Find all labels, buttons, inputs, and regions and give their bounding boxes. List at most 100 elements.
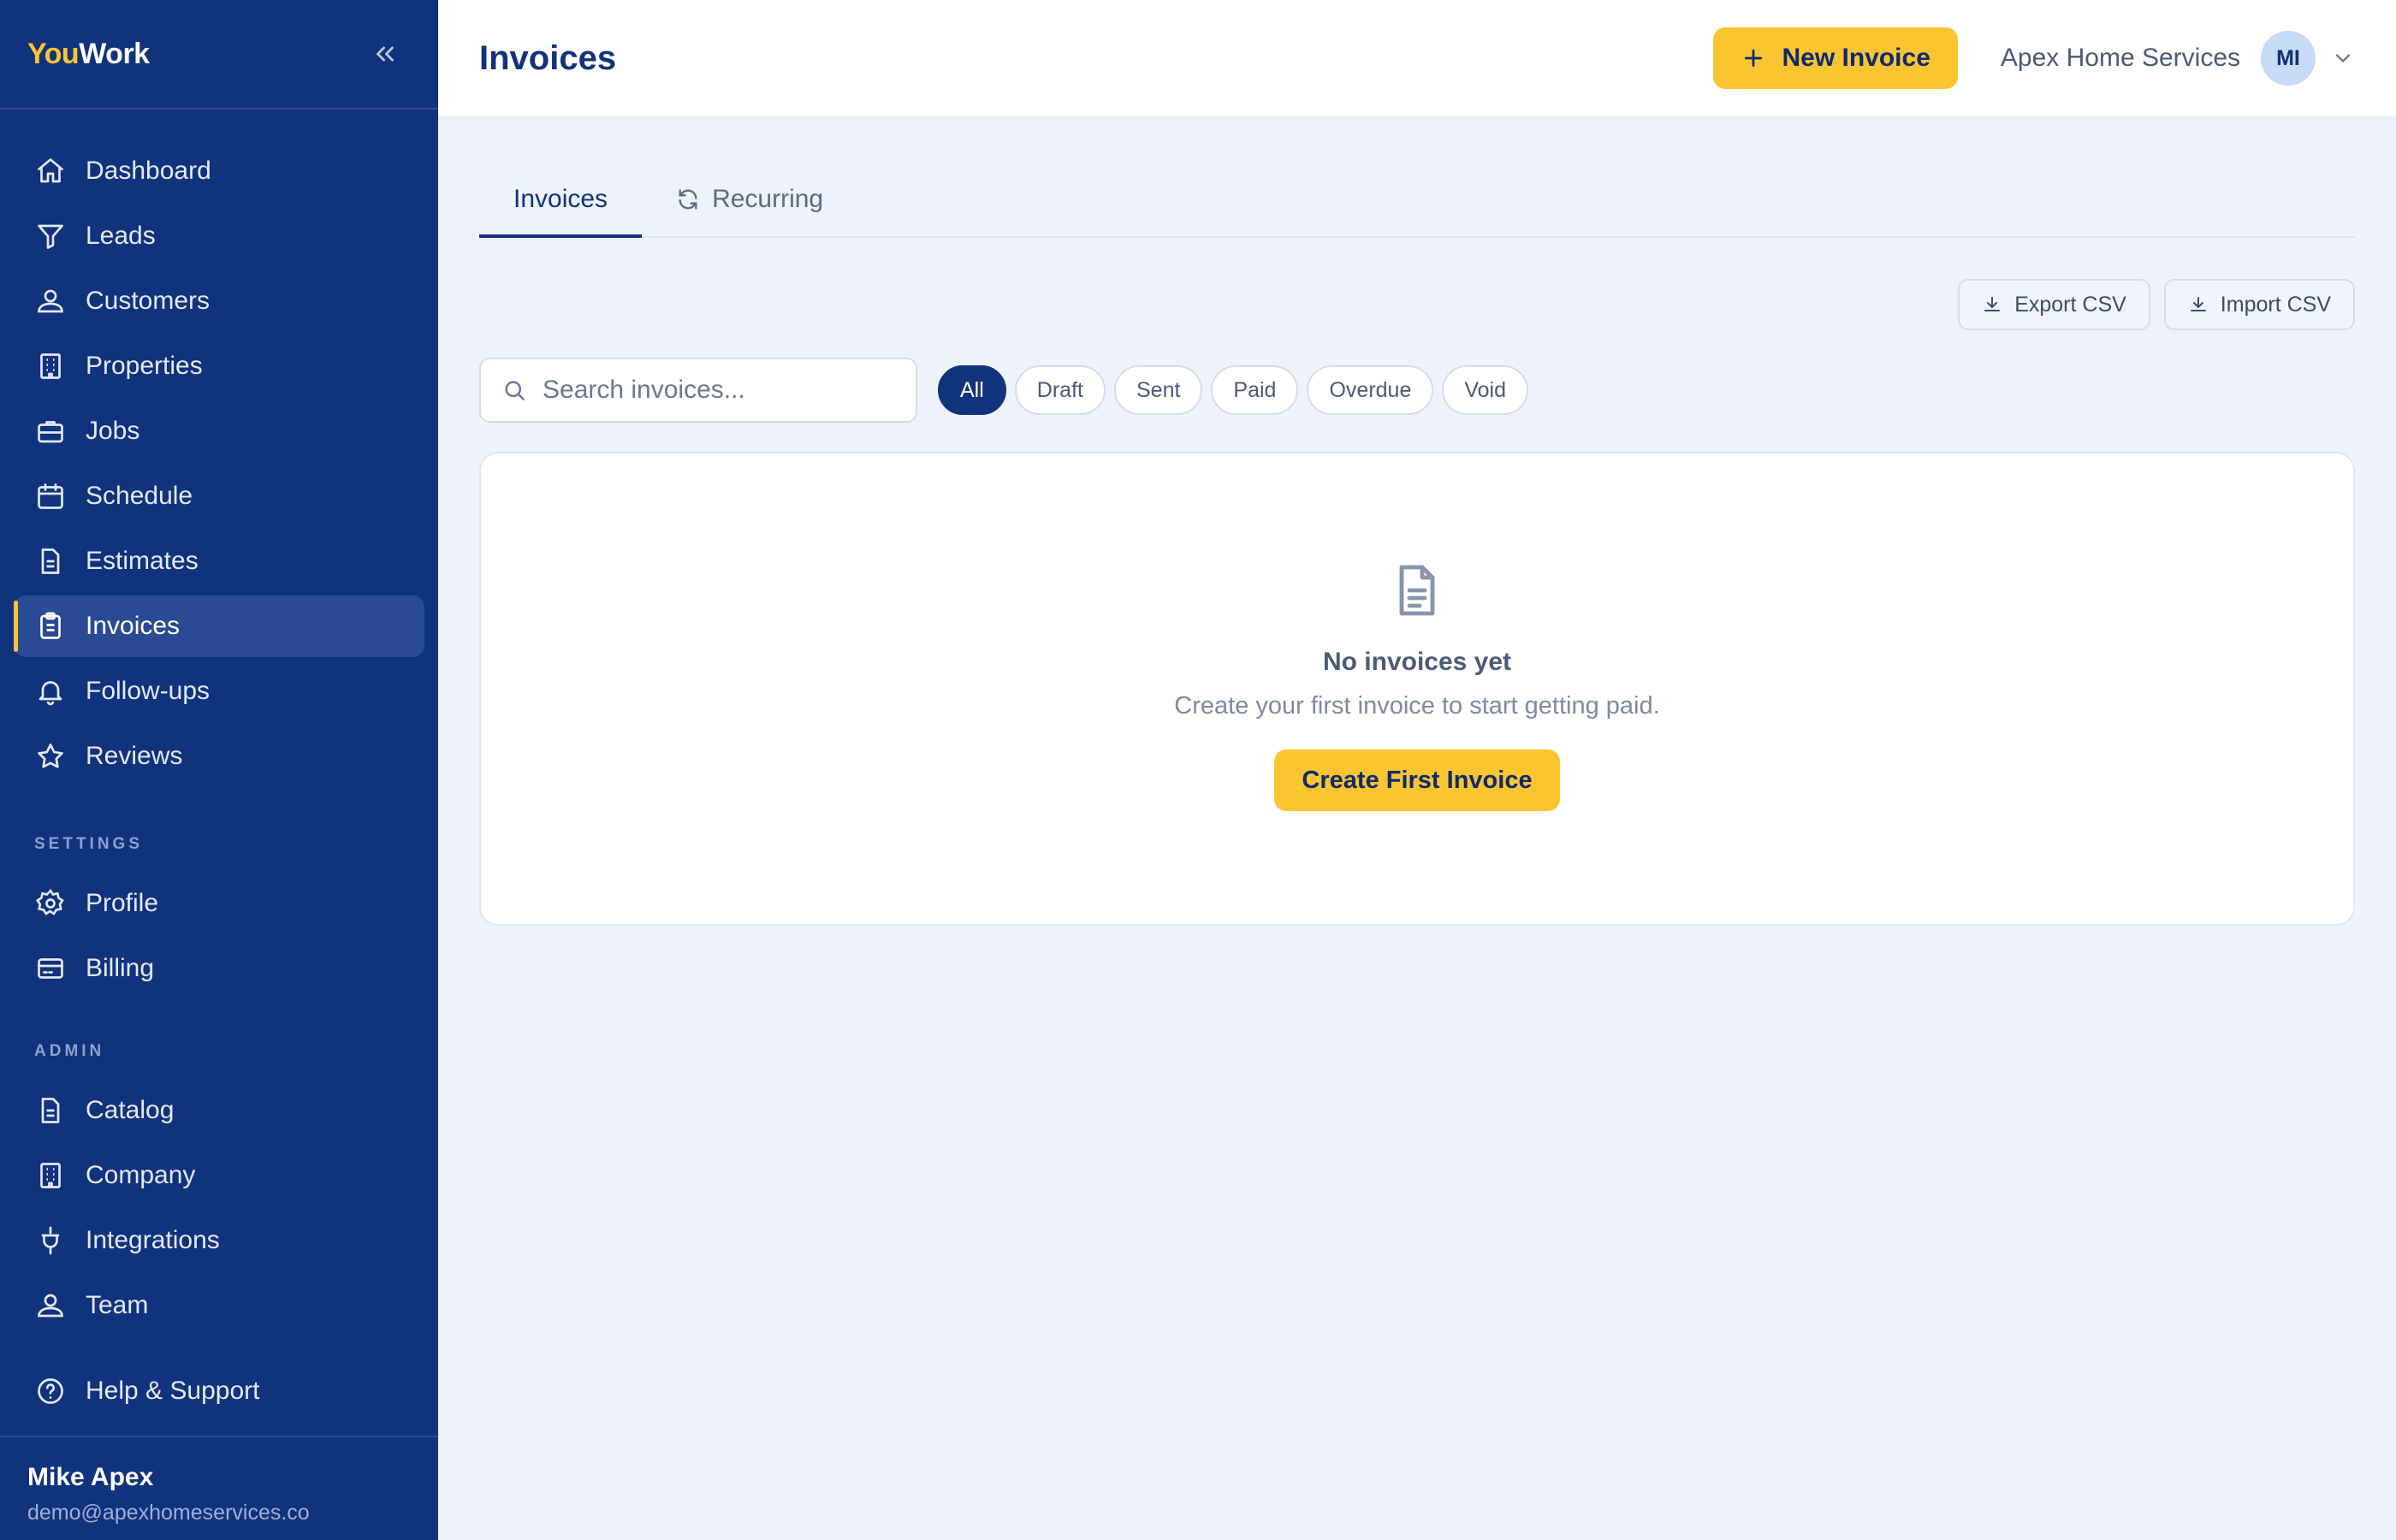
sidebar-item-label: Dashboard bbox=[86, 157, 211, 185]
sidebar-item-team[interactable]: Team bbox=[14, 1275, 424, 1336]
sidebar-item-label: Invoices bbox=[86, 612, 181, 640]
star-icon bbox=[34, 740, 67, 773]
account-menu-toggle[interactable] bbox=[2331, 46, 2355, 70]
page-title: Invoices bbox=[479, 38, 617, 77]
tab-label: Invoices bbox=[513, 185, 608, 213]
brand-logo[interactable]: YouWork bbox=[27, 38, 150, 71]
user-email: demo@apexhomeservices.co bbox=[27, 1501, 310, 1525]
tabs: Invoices Recurring bbox=[479, 164, 2355, 238]
sidebar-item-label: Leads bbox=[86, 222, 156, 250]
refresh-icon bbox=[679, 189, 697, 210]
import-csv-label: Import CSV bbox=[2220, 292, 2331, 317]
search-box bbox=[479, 358, 917, 423]
help-circle-icon bbox=[34, 1375, 67, 1407]
brand-logo-part1: You bbox=[27, 37, 80, 70]
brand-row: YouWork bbox=[0, 0, 438, 110]
briefcase-icon bbox=[34, 415, 67, 447]
filter-chip-void[interactable]: Void bbox=[1442, 365, 1529, 415]
filter-row: All Draft Sent Paid Overdue Void bbox=[479, 358, 2355, 423]
sidebar-item-catalog[interactable]: Catalog bbox=[14, 1080, 424, 1141]
brand-logo-part2: Work bbox=[79, 37, 150, 70]
search-icon bbox=[505, 381, 525, 400]
import-csv-button[interactable]: Import CSV bbox=[2163, 279, 2355, 330]
filter-chip-sent[interactable]: Sent bbox=[1113, 365, 1203, 415]
sidebar-item-schedule[interactable]: Schedule bbox=[14, 465, 424, 527]
home-icon bbox=[34, 155, 67, 187]
sidebar-item-invoices[interactable]: Invoices bbox=[14, 595, 424, 657]
download-icon bbox=[1984, 297, 2001, 311]
tab-label: Recurring bbox=[712, 185, 824, 213]
document-icon bbox=[1386, 556, 1448, 629]
search-input[interactable] bbox=[543, 376, 902, 405]
document-icon bbox=[34, 1094, 67, 1127]
export-csv-label: Export CSV bbox=[2014, 292, 2126, 317]
sidebar: YouWork Dashboard Leads Customers Proper… bbox=[0, 0, 438, 1540]
current-user[interactable]: Mike Apex demo@apexhomeservices.co bbox=[0, 1436, 438, 1540]
credit-card-icon bbox=[34, 952, 67, 985]
new-invoice-label: New Invoice bbox=[1782, 44, 1930, 72]
status-filter-chips: All Draft Sent Paid Overdue Void bbox=[938, 365, 1537, 415]
tab-invoices[interactable]: Invoices bbox=[479, 163, 643, 238]
chevrons-left-icon bbox=[377, 46, 394, 62]
download-icon bbox=[2190, 297, 2206, 311]
create-first-invoice-button[interactable]: Create First Invoice bbox=[1274, 749, 1560, 811]
sidebar-item-label: Properties bbox=[86, 352, 203, 380]
sidebar-item-label: Company bbox=[86, 1161, 196, 1189]
filter-chip-draft[interactable]: Draft bbox=[1014, 365, 1106, 415]
building-icon bbox=[34, 1159, 67, 1192]
user-name: Mike Apex bbox=[27, 1463, 154, 1491]
sidebar-item-jobs[interactable]: Jobs bbox=[14, 400, 424, 462]
collapse-sidebar-button[interactable] bbox=[366, 35, 404, 73]
sidebar-item-company[interactable]: Company bbox=[14, 1145, 424, 1206]
avatar[interactable]: MI bbox=[2261, 31, 2316, 86]
chevron-down-icon bbox=[2335, 54, 2351, 62]
top-header: Invoices New Invoice Apex Home Services … bbox=[438, 0, 2396, 116]
main-content: Invoices Recurring Export CSV Import CSV… bbox=[479, 116, 2355, 926]
settings-section-label: SETTINGS bbox=[34, 835, 144, 853]
user-icon bbox=[34, 1289, 67, 1322]
sidebar-item-leads[interactable]: Leads bbox=[14, 205, 424, 267]
csv-actions: Export CSV Import CSV bbox=[479, 279, 2355, 330]
filter-chip-overdue[interactable]: Overdue bbox=[1307, 365, 1434, 415]
admin-section-label: ADMIN bbox=[34, 1042, 105, 1060]
sidebar-item-label: Estimates bbox=[86, 547, 199, 575]
clipboard-icon bbox=[34, 610, 67, 643]
plus-icon bbox=[1745, 49, 1763, 68]
sidebar-item-reviews[interactable]: Reviews bbox=[14, 726, 424, 787]
sidebar-item-label: Billing bbox=[86, 954, 155, 982]
sidebar-item-label: Help & Support bbox=[86, 1377, 260, 1405]
sidebar-item-integrations[interactable]: Integrations bbox=[14, 1210, 424, 1271]
sidebar-item-label: Follow-ups bbox=[86, 677, 211, 705]
sidebar-item-label: Integrations bbox=[86, 1226, 220, 1254]
funnel-icon bbox=[34, 220, 67, 252]
bell-icon bbox=[34, 675, 67, 708]
company-name: Apex Home Services bbox=[2000, 44, 2240, 72]
building-icon bbox=[34, 350, 67, 382]
sidebar-item-label: Reviews bbox=[86, 742, 183, 770]
sidebar-item-label: Profile bbox=[86, 889, 159, 917]
sidebar-item-label: Schedule bbox=[86, 482, 193, 510]
user-icon bbox=[34, 285, 67, 317]
sidebar-item-label: Jobs bbox=[86, 417, 140, 445]
sidebar-item-label: Catalog bbox=[86, 1096, 175, 1124]
sidebar-item-estimates[interactable]: Estimates bbox=[14, 530, 424, 592]
sidebar-item-billing[interactable]: Billing bbox=[14, 938, 424, 999]
plug-icon bbox=[34, 1224, 67, 1257]
filter-chip-all[interactable]: All bbox=[938, 365, 1006, 415]
document-icon bbox=[34, 545, 67, 578]
empty-state-title: No invoices yet bbox=[1322, 648, 1512, 676]
sidebar-item-dashboard[interactable]: Dashboard bbox=[14, 140, 424, 202]
calendar-icon bbox=[34, 480, 67, 512]
sidebar-item-label: Team bbox=[86, 1291, 149, 1319]
empty-state-card: No invoices yet Create your first invoic… bbox=[479, 452, 2355, 926]
sidebar-item-profile[interactable]: Profile bbox=[14, 873, 424, 934]
export-csv-button[interactable]: Export CSV bbox=[1958, 279, 2150, 330]
sidebar-item-properties[interactable]: Properties bbox=[14, 335, 424, 397]
sidebar-item-help[interactable]: Help & Support bbox=[14, 1360, 424, 1422]
sidebar-item-follow-ups[interactable]: Follow-ups bbox=[14, 660, 424, 722]
sidebar-item-customers[interactable]: Customers bbox=[14, 270, 424, 332]
main-nav: Dashboard Leads Customers Properties Job… bbox=[0, 110, 438, 1336]
filter-chip-paid[interactable]: Paid bbox=[1211, 365, 1299, 415]
tab-recurring[interactable]: Recurring bbox=[642, 163, 857, 236]
new-invoice-button[interactable]: New Invoice bbox=[1713, 27, 1958, 89]
